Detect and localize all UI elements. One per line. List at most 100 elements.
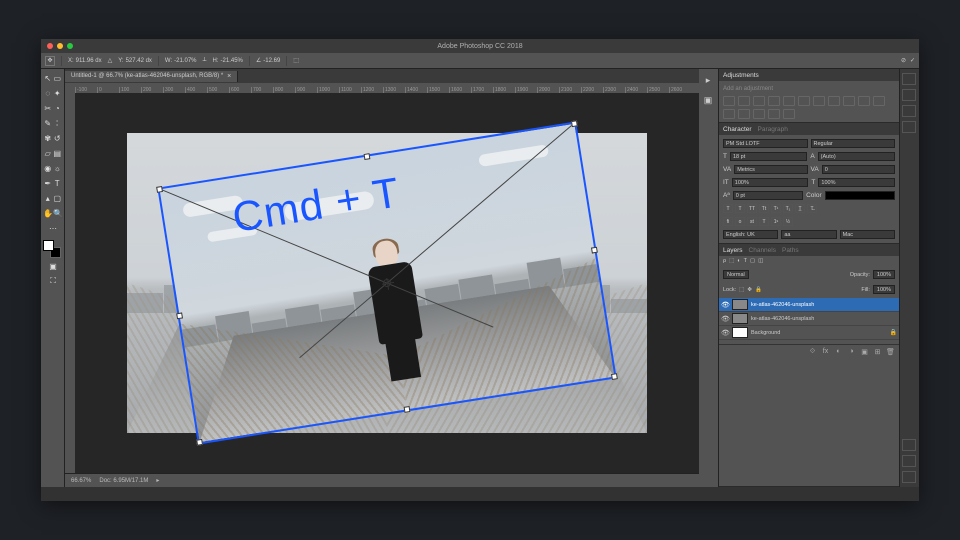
stamp-tool[interactable]: ✾ [43,131,53,145]
mode-field[interactable]: Mac [840,230,895,239]
adj-threshold-icon[interactable] [753,109,765,119]
document-tab[interactable]: Untitled-1 @ 66.7% (ke-atlas-462046-unsp… [65,71,238,82]
superscript-button[interactable]: T¹ [771,204,781,213]
transform-handle-tl[interactable] [156,186,163,193]
stylistic-button[interactable]: st [747,217,757,226]
adj-channelmixer-icon[interactable] [858,96,870,106]
new-fill-layer-icon[interactable]: ◑ [847,347,856,356]
eraser-tool[interactable]: ▱ [43,146,53,160]
screenmode-toggle[interactable]: ⛶ [43,274,63,288]
adj-posterize-icon[interactable] [738,109,750,119]
opt-angle-value[interactable]: -12.69 [263,58,280,64]
lock-pixels-icon[interactable]: ⬚ [739,287,744,293]
ruler-horizontal[interactable]: -100010020030040050060070080090010001100… [65,83,699,93]
layer-thumbnail[interactable] [732,313,748,324]
layer-name[interactable]: ke-atlas-462046-unsplash [751,302,814,308]
dock-swatches-icon[interactable] [902,121,916,133]
move-tool-icon[interactable]: ✥ [45,56,55,66]
quickmask-toggle[interactable]: ▣ [43,259,63,273]
commit-transform-icon[interactable]: ✓ [910,57,915,64]
transform-handle-mr[interactable] [591,247,598,254]
transform-handle-bc[interactable] [404,406,411,413]
bold-button[interactable]: T [723,204,733,213]
layer-mask-icon[interactable]: ◐ [834,347,843,356]
window-minimize-button[interactable] [57,43,63,49]
adj-levels-icon[interactable] [738,96,750,106]
dock-properties-icon[interactable] [902,89,916,101]
hand-tool[interactable]: ✋ [43,206,53,220]
brush-tool[interactable]: ⵂ [53,116,63,130]
opacity-field[interactable]: 100% [873,270,895,279]
filter-type-icon[interactable]: T [744,258,747,264]
layer-item[interactable]: 👁 Background 🔒 [719,326,899,340]
underline-button[interactable]: T̲ [795,204,805,213]
lasso-tool[interactable]: ◌ [43,86,53,100]
font-size-field[interactable]: 18 pt [730,152,807,161]
italic-button[interactable]: T [735,204,745,213]
visibility-toggle-icon[interactable]: 👁 [721,329,729,337]
crop-tool[interactable]: ✂ [43,101,53,115]
lock-position-icon[interactable]: ✥ [747,287,752,293]
filter-adjust-icon[interactable]: ◐ [737,258,740,264]
paths-tab[interactable]: Paths [782,247,799,254]
foreground-color[interactable] [43,240,54,251]
transform-handle-tr[interactable] [571,120,578,127]
strikethrough-button[interactable]: T̶ [807,204,817,213]
baseline-field[interactable]: 0 pt [733,191,803,200]
aa-field[interactable]: aa [781,230,836,239]
dock-actions-icon[interactable] [902,439,916,451]
ligatures-button[interactable]: fi [723,217,733,226]
dodge-tool[interactable]: ☼ [53,161,63,175]
shape-tool[interactable]: ▢ [53,191,63,205]
filter-shape-icon[interactable]: ▢ [750,258,755,264]
opt-y-value[interactable]: 527.42 dx [126,58,152,64]
edit-toolbar[interactable]: ⋯ [43,221,63,235]
adj-bw-icon[interactable] [828,96,840,106]
opt-x-value[interactable]: 911.96 dx [76,58,102,64]
adjustments-tab[interactable]: Adjustments [723,72,759,79]
transform-handle-ml[interactable] [176,312,183,319]
adj-colorbalance-icon[interactable] [813,96,825,106]
leading-field[interactable]: (Auto) [818,152,895,161]
dock-info-icon[interactable] [902,105,916,117]
type-tool[interactable]: T [53,176,63,190]
adj-gradientmap-icon[interactable] [768,109,780,119]
layer-style-icon[interactable]: fx [821,347,830,356]
language-field[interactable]: English: UK [723,230,778,239]
visibility-toggle-icon[interactable]: 👁 [721,301,729,309]
dock-libraries-icon[interactable]: ▣ [701,93,715,107]
ordinals-button[interactable]: 1ˢ [771,217,781,226]
zoom-tool[interactable]: 🔍 [53,206,63,220]
color-swatches[interactable] [43,240,61,258]
ruler-vertical[interactable] [65,93,75,473]
filter-pixel-icon[interactable]: ⬚ [729,258,734,264]
opt-h-value[interactable]: -21.45% [221,58,243,64]
adj-selectivecolor-icon[interactable] [783,109,795,119]
layer-filter-icon[interactable]: ρ [723,258,726,264]
layer-name[interactable]: ke-atlas-462046-unsplash [751,316,814,322]
layer-thumbnail[interactable] [732,327,748,338]
adj-hue-icon[interactable] [798,96,810,106]
quick-select-tool[interactable]: ✦ [53,86,63,100]
eyedropper-tool[interactable]: ◔ [53,101,63,115]
pen-tool[interactable]: ✒ [43,176,53,190]
transform-handle-bl[interactable] [196,439,203,446]
blur-tool[interactable]: ◉ [43,161,53,175]
adj-colorlookup-icon[interactable] [873,96,885,106]
adj-vibrance-icon[interactable] [783,96,795,106]
interpolation-icon[interactable]: ⬚ [293,57,299,64]
allcaps-button[interactable]: TT [747,204,757,213]
vertical-scale-field[interactable]: 100% [732,178,809,187]
adj-photofilter-icon[interactable] [843,96,855,106]
path-select-tool[interactable]: ▴ [43,191,53,205]
adj-exposure-icon[interactable] [768,96,780,106]
link-icon[interactable]: ⟂ [203,57,207,64]
dock-brushes-icon[interactable] [902,471,916,483]
transform-handle-tc[interactable] [364,153,371,160]
status-chevron-icon[interactable]: ▸ [156,477,159,484]
dock-styles-icon[interactable] [902,455,916,467]
subscript-button[interactable]: T₁ [783,204,793,213]
layer-thumbnail[interactable] [732,299,748,310]
blend-mode-select[interactable]: Normal [723,270,749,279]
kerning-field[interactable]: 0 [822,165,895,174]
